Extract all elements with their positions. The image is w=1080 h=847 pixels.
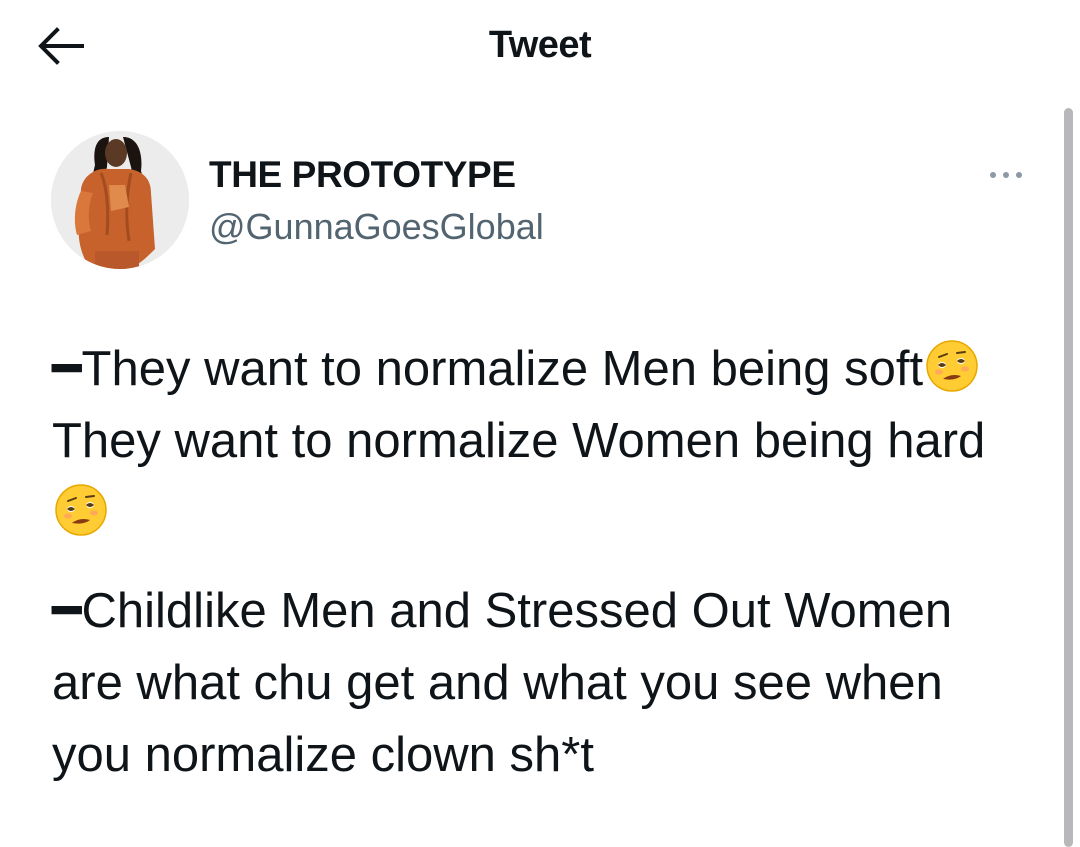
- tweet-screen: Tweet THE PROTOTYPE @GunnaGoesGlobal ━Th…: [0, 0, 1080, 847]
- dash-mark: ━: [52, 584, 82, 638]
- tweet-text-part: They want to normalize Women being hard: [52, 414, 986, 468]
- scrollbar[interactable]: [1064, 108, 1073, 847]
- tweet-text-part: They want to normalize Men being soft: [81, 342, 924, 396]
- more-dots-icon: [990, 172, 1022, 178]
- more-button[interactable]: [982, 160, 1034, 190]
- woozy-face-emoji: [55, 484, 107, 536]
- top-bar: Tweet: [0, 0, 1080, 95]
- tweet-text: ━They want to normalize Men being soft T…: [52, 333, 1027, 791]
- woozy-face-emoji: [926, 340, 978, 392]
- page-title: Tweet: [488, 24, 592, 66]
- avatar[interactable]: [51, 131, 189, 269]
- tweet-paragraph: ━They want to normalize Men being soft T…: [52, 333, 1027, 549]
- display-name[interactable]: THE PROTOTYPE: [209, 154, 516, 196]
- profile-photo: [51, 131, 189, 269]
- tweet-paragraph: ━Childlike Men and Stressed Out Women ar…: [52, 575, 1027, 791]
- user-handle[interactable]: @GunnaGoesGlobal: [209, 206, 544, 248]
- dash-mark: ━: [52, 342, 82, 396]
- tweet-text-part: Childlike Men and Stressed Out Women are…: [52, 584, 953, 782]
